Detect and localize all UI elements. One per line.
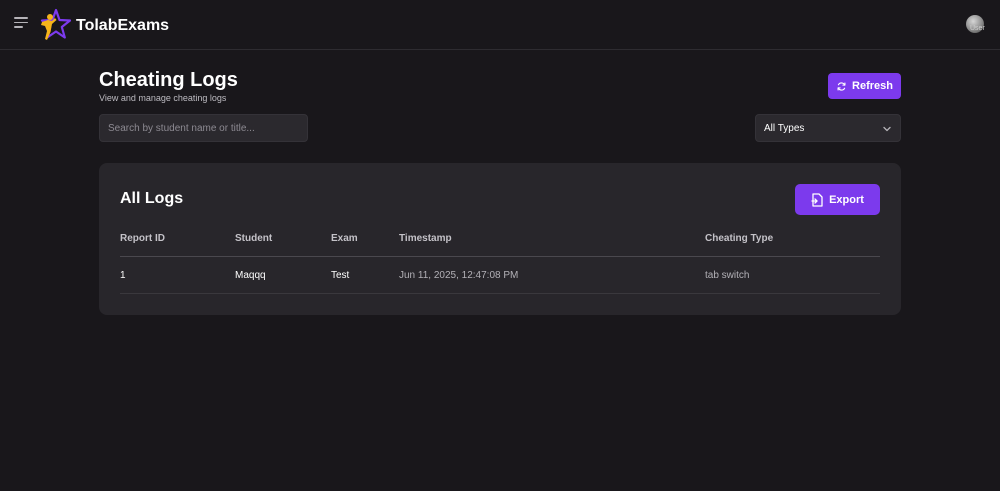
column-header-cheating-type[interactable]: Cheating Type (705, 233, 773, 244)
page-subtitle: View and manage cheating logs (99, 93, 227, 103)
top-navbar: TolabExams User (0, 0, 1000, 50)
logs-card: All Logs Export Report ID Student Exam T… (99, 163, 901, 315)
cell-cheating-type: tab switch (705, 270, 750, 281)
refresh-button[interactable]: Refresh (828, 73, 901, 99)
chevron-down-icon (883, 126, 891, 132)
export-label: Export (829, 193, 864, 206)
star-logo-icon (40, 8, 71, 40)
refresh-label: Refresh (852, 80, 893, 92)
table-header-divider (120, 256, 880, 257)
export-file-icon (811, 192, 823, 207)
page-title: Cheating Logs (99, 69, 238, 91)
table-row-divider (120, 293, 880, 294)
cell-report-id: 1 (120, 270, 126, 281)
cell-exam: Test (331, 270, 350, 281)
type-filter-select[interactable]: All Types (755, 114, 901, 142)
column-header-exam[interactable]: Exam (331, 233, 358, 244)
avatar-alt-text: User (970, 25, 985, 32)
column-header-timestamp[interactable]: Timestamp (399, 233, 452, 244)
refresh-icon (837, 81, 846, 91)
column-header-student[interactable]: Student (235, 233, 272, 244)
type-filter-value: All Types (764, 122, 805, 134)
column-header-report-id[interactable]: Report ID (120, 233, 165, 244)
cell-student: Maqqq (235, 270, 266, 281)
menu-icon[interactable] (14, 17, 28, 31)
search-input[interactable] (99, 114, 308, 142)
export-button[interactable]: Export (795, 184, 880, 215)
cell-timestamp: Jun 11, 2025, 12:47:08 PM (399, 270, 519, 281)
card-title: All Logs (120, 190, 184, 207)
brand-name[interactable]: TolabExams (76, 17, 169, 35)
